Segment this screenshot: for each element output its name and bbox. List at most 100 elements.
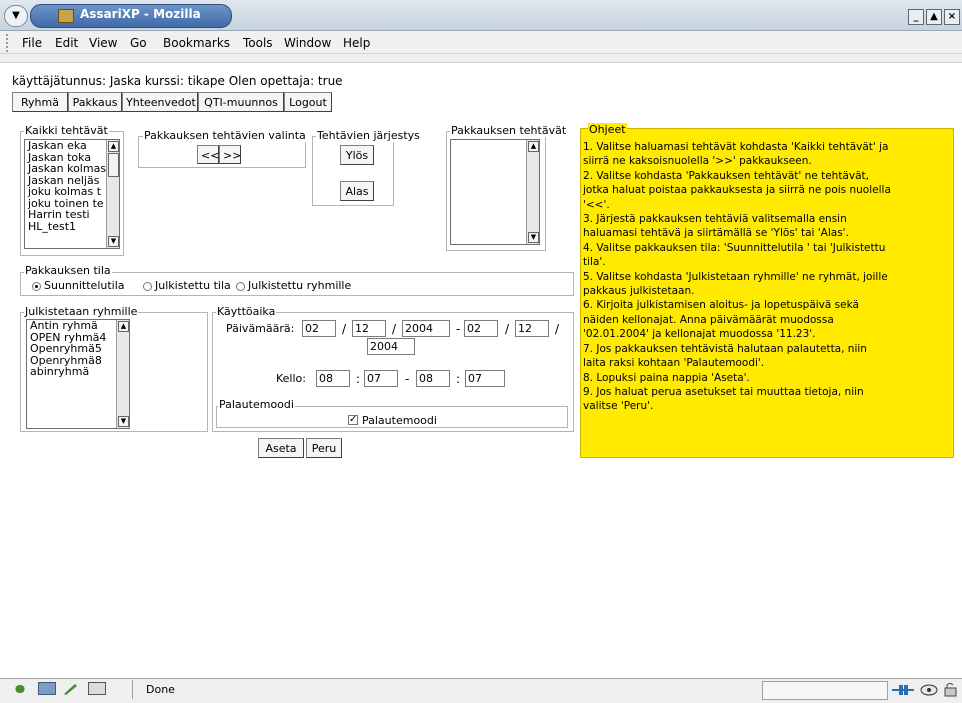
date-range-dash: - (456, 322, 461, 336)
package-tasks-list[interactable]: ▲ ▼ (450, 139, 540, 245)
date-label: Päivämäärä: (226, 322, 295, 335)
all-tasks-list[interactable]: Jaskan eka Jaskan toka Jaskan kolmas Jas… (24, 139, 120, 249)
maximize-icon[interactable]: ▲ (926, 9, 942, 25)
nav-qti-button[interactable]: QTI-muunnos (198, 92, 284, 112)
scroll-up-icon[interactable]: ▲ (528, 141, 539, 152)
help-line: 5. Valitse kohdasta 'Julkistetaan ryhmil… (583, 270, 888, 283)
nav-ryhma-button[interactable]: Ryhmä (12, 92, 68, 112)
move-right-button[interactable]: >> (219, 145, 241, 164)
help-line: valitse 'Peru'. (583, 400, 654, 413)
menu-file[interactable]: File (22, 36, 42, 50)
help-line: 9. Jos haluat perua asetukset tai muutta… (583, 385, 864, 398)
help-line: 6. Kirjoita julkistamisen aloitus- ja lo… (583, 299, 859, 312)
state-radio-published-groups[interactable] (236, 282, 245, 291)
navigator-icon[interactable] (12, 682, 28, 696)
scroll-down-icon[interactable]: ▼ (528, 232, 539, 243)
start-hour-input[interactable]: 08 (316, 370, 350, 387)
menu-tools[interactable]: Tools (243, 36, 273, 50)
time-separator: : (456, 372, 461, 386)
menu-view[interactable]: View (89, 36, 117, 50)
menu-edit[interactable]: Edit (55, 36, 78, 50)
lock-icon (943, 682, 959, 697)
minimize-icon[interactable]: _ (908, 9, 924, 25)
help-line: haluamasi tehtävä ja siirtämällä se 'Ylö… (583, 227, 849, 240)
groups-scrollbar[interactable]: ▲ ▼ (116, 320, 129, 428)
scroll-up-icon[interactable]: ▲ (118, 321, 129, 332)
time-range-dash: - (405, 372, 410, 386)
help-line: '<<'. (583, 198, 610, 211)
list-item[interactable]: Jaskan eka (25, 140, 119, 152)
help-line: laita raksi kohtaan 'Palautemoodi'. (583, 357, 765, 370)
move-down-button[interactable]: Alas (340, 181, 374, 201)
app-icon (58, 9, 74, 23)
list-item[interactable]: HL_test1 (25, 220, 119, 233)
end-min-input[interactable]: 07 (465, 370, 505, 387)
list-item[interactable]: Jaskan kolmas (25, 163, 119, 175)
end-month-input[interactable]: 12 (515, 320, 549, 337)
groups-legend: Julkistetaan ryhmille (24, 305, 139, 318)
scroll-thumb[interactable] (108, 153, 119, 177)
toolbar-strip (0, 54, 962, 63)
state-label-published-groups: Julkistettu ryhmille (248, 279, 352, 292)
help-line: 8. Lopuksi paina nappia 'Aseta'. (583, 371, 750, 384)
list-item[interactable]: joku kolmas t (25, 186, 119, 198)
status-separator (132, 680, 133, 699)
start-min-input[interactable]: 07 (364, 370, 398, 387)
nav-logout-button[interactable]: Logout (284, 92, 332, 112)
start-day-input[interactable]: 02 (302, 320, 336, 337)
scroll-down-icon[interactable]: ▼ (118, 416, 129, 427)
end-hour-input[interactable]: 08 (416, 370, 450, 387)
all-tasks-legend: Kaikki tehtävät (24, 124, 109, 137)
aseta-button[interactable]: Aseta (258, 438, 304, 458)
mail-icon[interactable] (38, 682, 56, 695)
usage-legend: Käyttöaika (216, 305, 277, 318)
list-item[interactable]: Antin ryhmä (27, 320, 129, 332)
list-item[interactable]: Harrin testi (25, 209, 119, 221)
all-tasks-scrollbar[interactable]: ▲ ▼ (106, 140, 119, 248)
peru-button[interactable]: Peru (306, 438, 342, 458)
list-item[interactable]: Openryhmä5 (27, 343, 129, 355)
feedback-legend: Palautemoodi (218, 398, 295, 411)
date-separator: / (505, 322, 510, 336)
menu-help[interactable]: Help (343, 36, 370, 50)
end-day-input[interactable]: 02 (464, 320, 498, 337)
address-book-icon[interactable] (88, 682, 106, 695)
status-text: Done (146, 683, 175, 696)
state-label-published: Julkistettu tila (155, 279, 231, 292)
move-up-button[interactable]: Ylös (340, 145, 374, 165)
feedback-label: Palautemoodi (362, 414, 437, 427)
package-tasks-scrollbar[interactable]: ▲ ▼ (526, 140, 539, 244)
window-title: AssariXP - Mozilla (80, 7, 201, 21)
help-line: 3. Järjestä pakkauksen tehtäviä valitsem… (583, 213, 847, 226)
start-year-input[interactable]: 2004 (402, 320, 450, 337)
end-year-input[interactable]: 2004 (367, 338, 415, 355)
window-menu-button[interactable]: ▼ (4, 5, 28, 27)
help-line: pakkaus julkistetaan. (583, 285, 695, 298)
menu-go[interactable]: Go (130, 36, 147, 50)
state-radio-design[interactable] (32, 282, 41, 291)
help-line: tila'. (583, 256, 606, 269)
help-line: '02.01.2004' ja kellonajat muodossa '11.… (583, 328, 816, 341)
help-line: 7. Jos pakkauksen tehtävistä halutaan pa… (583, 342, 867, 355)
menu-window[interactable]: Window (284, 36, 331, 50)
menu-bookmarks[interactable]: Bookmarks (163, 36, 230, 50)
date-separator: / (392, 322, 397, 336)
progress-bar (762, 681, 888, 700)
move-left-button[interactable]: << (197, 145, 219, 164)
feedback-checkbox[interactable]: ✓ (348, 415, 358, 425)
groups-list[interactable]: Antin ryhmä OPEN ryhmä4 Openryhmä5 Openr… (26, 319, 130, 429)
help-line: siirrä ne kaksoisnuolella '>>' pakkaukse… (583, 155, 812, 168)
user-info: käyttäjätunnus: Jaska kurssi: tikape Ole… (12, 74, 343, 88)
scroll-up-icon[interactable]: ▲ (108, 141, 119, 152)
state-radio-published[interactable] (143, 282, 152, 291)
list-item[interactable]: abinryhmä (27, 366, 129, 378)
nav-yhteenvedot-button[interactable]: Yhteenvedot (122, 92, 198, 112)
close-icon[interactable]: × (944, 9, 960, 25)
order-legend: Tehtävien järjestys (316, 129, 421, 142)
nav-pakkaus-button[interactable]: Pakkaus (68, 92, 122, 112)
composer-icon[interactable] (62, 682, 78, 696)
state-legend: Pakkauksen tila (24, 264, 112, 277)
scroll-down-icon[interactable]: ▼ (108, 236, 119, 247)
start-month-input[interactable]: 12 (352, 320, 386, 337)
help-line: 1. Valitse haluamasi tehtävät kohdasta '… (583, 141, 889, 153)
